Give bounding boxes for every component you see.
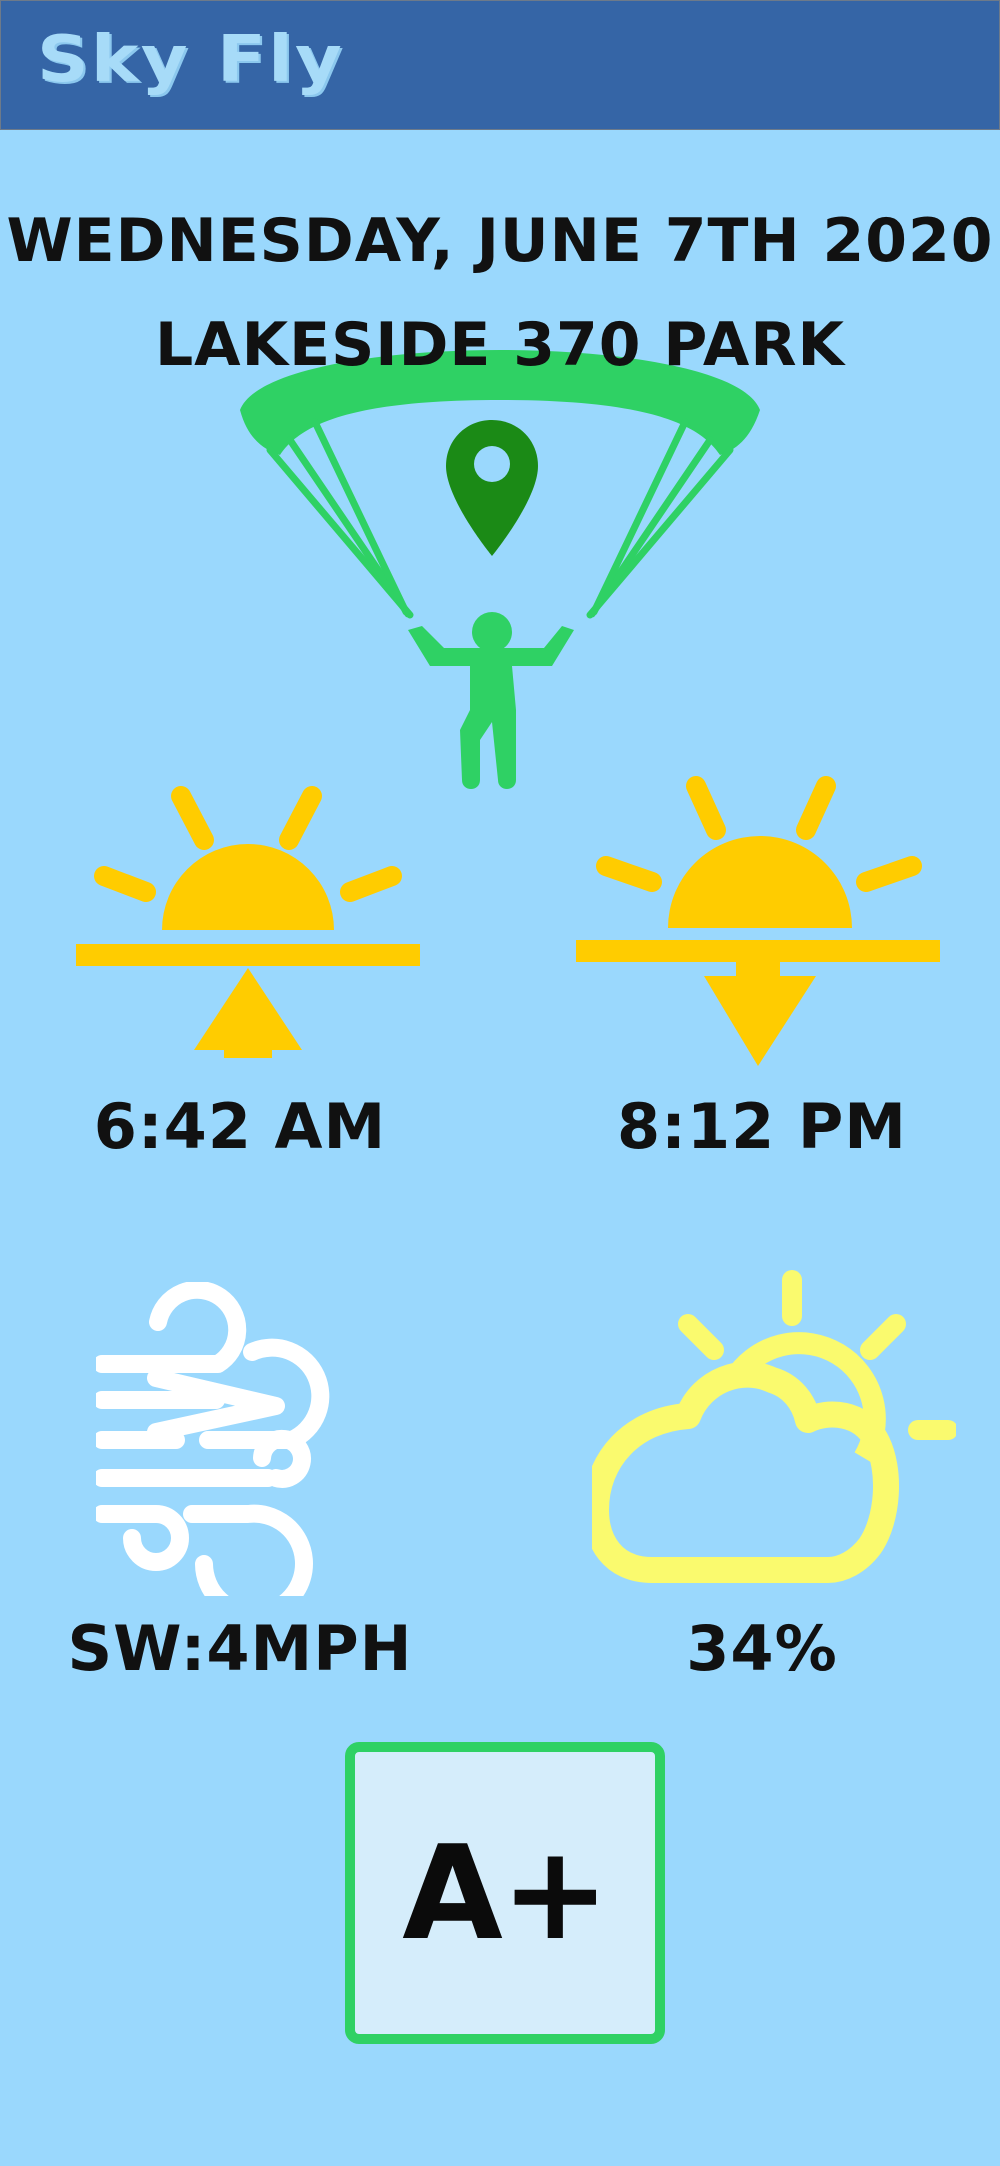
forecast-date: WEDNESDAY, JUNE 7TH 2020 xyxy=(6,206,994,276)
paraglider-icon xyxy=(240,350,760,789)
sunset-time: 8:12 PM xyxy=(617,1090,907,1163)
cloud-cover: 34% xyxy=(686,1612,838,1685)
flight-rating-card[interactable]: A+ xyxy=(345,1742,665,2044)
wind-speed: SW:4MPH xyxy=(67,1612,413,1685)
app-logo[interactable]: Sky Fly xyxy=(37,23,344,97)
location-pin-icon[interactable] xyxy=(446,420,538,556)
flight-rating-grade: A+ xyxy=(402,1817,610,1969)
forecast-location[interactable]: LAKESIDE 370 PARK xyxy=(0,310,1000,380)
app-header: Sky Fly xyxy=(0,0,1000,130)
wind-icon xyxy=(96,1282,330,1596)
app-root: Sky Fly WEDNESDAY, JUNE 7TH 2020 LAKESID… xyxy=(0,0,1000,2166)
sunrise-icon xyxy=(76,786,420,1058)
partly-cloudy-icon xyxy=(592,1270,956,1583)
sunset-icon xyxy=(576,776,940,1066)
sunrise-time: 6:42 AM xyxy=(93,1090,387,1163)
